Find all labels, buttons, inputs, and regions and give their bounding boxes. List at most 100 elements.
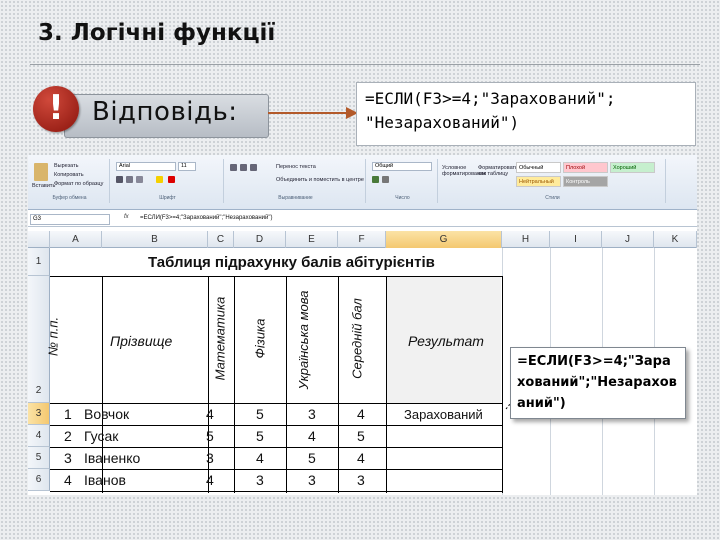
column-header-j[interactable]: J [602, 231, 654, 248]
style-good[interactable]: Хороший [610, 162, 655, 173]
format-painter-button[interactable]: Формат по образцу [54, 181, 103, 187]
fill-color-icon[interactable] [156, 176, 163, 183]
paste-button[interactable]: Вставить [32, 183, 55, 189]
column-header-b[interactable]: B [102, 231, 208, 248]
conditional-format-button[interactable]: Условное форматирование [442, 165, 486, 177]
header-result: Результат [408, 333, 484, 349]
ribbon: Вставить Вырезать Копировать Формат по о… [28, 155, 697, 210]
cell-b6[interactable]: Іванов [84, 472, 126, 488]
column-header-i[interactable]: I [550, 231, 602, 248]
clipboard-group: Вставить Вырезать Копировать Формат по о… [30, 159, 110, 203]
cell-a3[interactable]: 1 [64, 406, 72, 422]
cell-c3[interactable]: 4 [206, 406, 214, 422]
cell-d3[interactable]: 5 [256, 406, 264, 422]
row-header-1[interactable]: 1 [28, 248, 50, 276]
column-header-c[interactable]: C [208, 231, 234, 248]
select-all-corner[interactable] [28, 231, 50, 248]
underline-icon[interactable] [136, 176, 143, 183]
align-bottom-icon[interactable] [250, 164, 257, 171]
header-ukr: Українська мова [296, 290, 311, 390]
cell-b3[interactable]: Вовчок [84, 406, 129, 422]
cell-e4[interactable]: 4 [308, 428, 316, 444]
excel-window: Вставить Вырезать Копировать Формат по о… [28, 155, 697, 495]
column-header-g[interactable]: G [386, 231, 502, 248]
cut-button[interactable]: Вырезать [54, 163, 78, 169]
cell-b4[interactable]: Гусак [84, 428, 118, 444]
header-avg: Середній бал [349, 298, 365, 379]
column-header-d[interactable]: D [234, 231, 286, 248]
number-group-label: Число [395, 195, 410, 201]
row-header-6[interactable]: 6 [28, 469, 50, 491]
wrap-text-button[interactable]: Перенос текста [276, 164, 316, 170]
header-physics: Фізика [252, 318, 268, 359]
italic-icon[interactable] [126, 176, 133, 183]
cell-c5[interactable]: 3 [206, 450, 214, 466]
percent-icon[interactable] [382, 176, 389, 183]
font-group-label: Шрифт [159, 195, 176, 201]
arrow-icon [268, 107, 358, 119]
style-normal[interactable]: Обычный [516, 162, 561, 173]
cell-c4[interactable]: 5 [206, 428, 214, 444]
cell-f6[interactable]: 3 [357, 472, 365, 488]
copy-button[interactable]: Копировать [54, 172, 84, 178]
column-header-h[interactable]: H [502, 231, 550, 248]
style-neutral[interactable]: Нейтральный [516, 176, 561, 187]
cell-f5[interactable]: 4 [357, 450, 365, 466]
formula-bar-input[interactable]: =ЕСЛИ(F3>=4;"Зарахований";"Незарахований… [140, 215, 273, 221]
formula-callout: =ЕСЛИ(F3>=4;"Зара хований";"Незарахов ан… [510, 347, 686, 419]
font-name-select[interactable]: Arial [116, 162, 176, 171]
table-border [50, 447, 502, 448]
cell-a6[interactable]: 4 [64, 472, 72, 488]
fx-icon[interactable]: fx [124, 214, 129, 220]
row-header-5[interactable]: 5 [28, 447, 50, 469]
font-color-icon[interactable] [168, 176, 175, 183]
clipboard-group-label: Буфер обмена [52, 195, 87, 201]
align-middle-icon[interactable] [240, 164, 247, 171]
column-headers: A B C D E F G H I J K [28, 231, 697, 248]
cell-g3[interactable]: Зарахований [404, 407, 483, 422]
cell-d4[interactable]: 5 [256, 428, 264, 444]
currency-icon[interactable] [372, 176, 379, 183]
column-header-f[interactable]: F [338, 231, 386, 248]
column-header-a[interactable]: A [50, 231, 102, 248]
number-group: Общий Число [368, 159, 438, 203]
table-border [50, 425, 502, 426]
number-format-select[interactable]: Общий [372, 162, 432, 171]
formula-bar: G3 fx =ЕСЛИ(F3>=4;"Зарахований";"Незарах… [28, 212, 697, 227]
table-border [50, 403, 502, 404]
paste-icon [34, 163, 48, 181]
cell-b5[interactable]: Іваненко [84, 450, 140, 466]
cell-e5[interactable]: 5 [308, 450, 316, 466]
cell-f4[interactable]: 5 [357, 428, 365, 444]
table-border [234, 276, 235, 493]
cell-a4[interactable]: 2 [64, 428, 72, 444]
cell-d5[interactable]: 4 [256, 450, 264, 466]
styles-group-label: Стили [545, 195, 560, 201]
name-box[interactable]: G3 [30, 214, 110, 225]
align-top-icon[interactable] [230, 164, 237, 171]
row-header-4[interactable]: 4 [28, 425, 50, 447]
alignment-group-label: Выравнивание [278, 195, 313, 201]
column-header-e[interactable]: E [286, 231, 338, 248]
cell-f3[interactable]: 4 [357, 406, 365, 422]
cell-d6[interactable]: 3 [256, 472, 264, 488]
bold-icon[interactable] [116, 176, 123, 183]
font-size-select[interactable]: 11 [178, 162, 196, 171]
table-title: Таблиця підрахунку балів абітурієнтів [148, 254, 435, 271]
column-header-k[interactable]: K [654, 231, 697, 248]
exclamation-icon: ! [33, 86, 79, 132]
format-as-table-button[interactable]: Форматировать как таблицу [478, 165, 518, 177]
alignment-group: Перенос текста Объединить и поместить в … [226, 159, 366, 203]
row-header-3[interactable]: 3 [28, 403, 50, 425]
formula-box: =ЕСЛИ(F3>=4;"Зарахований"; "Незараховани… [356, 82, 696, 146]
cell-e3[interactable]: 3 [308, 406, 316, 422]
style-check[interactable]: Контроль [563, 176, 608, 187]
title-divider [30, 64, 700, 65]
cell-e6[interactable]: 3 [308, 472, 316, 488]
header-math: Математика [212, 296, 228, 381]
merge-center-button[interactable]: Объединить и поместить в центре [276, 177, 364, 183]
table-border [286, 276, 287, 493]
cell-c6[interactable]: 4 [206, 472, 214, 488]
cell-a5[interactable]: 3 [64, 450, 72, 466]
style-bad[interactable]: Плохой [563, 162, 608, 173]
